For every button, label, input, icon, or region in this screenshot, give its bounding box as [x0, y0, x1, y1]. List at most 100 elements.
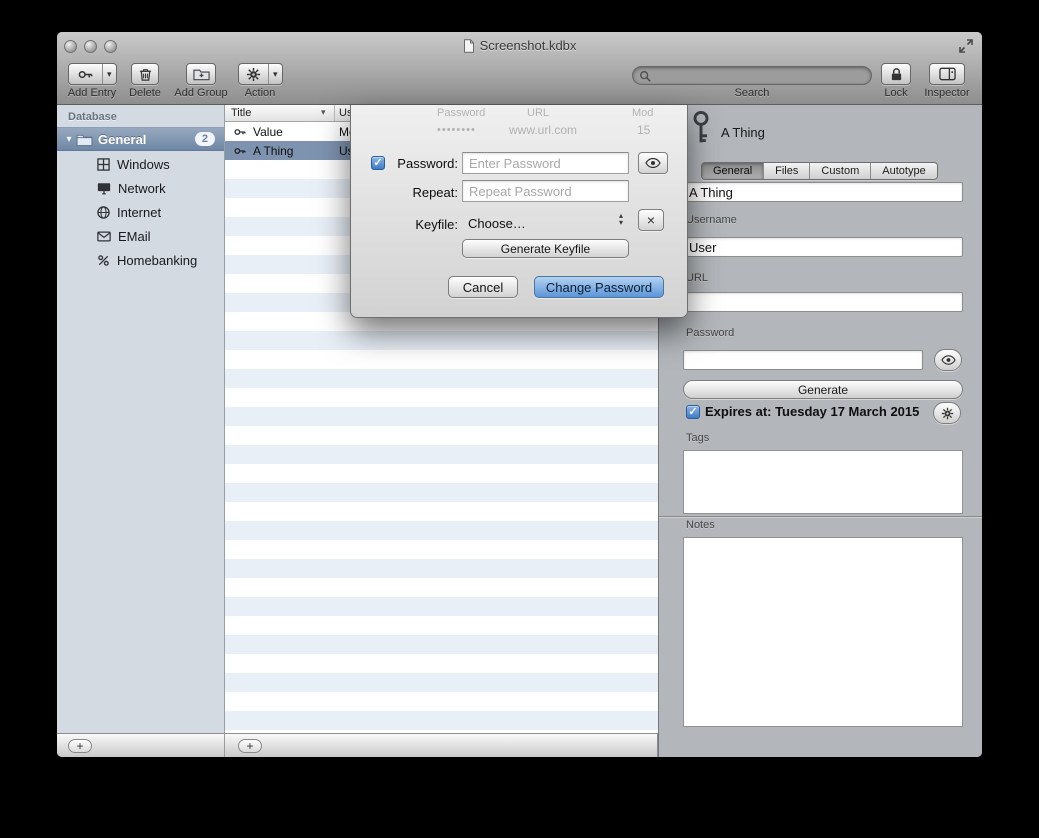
add-group-button[interactable] [186, 63, 216, 85]
tab-autotype[interactable]: Autotype [870, 163, 936, 179]
sidebar-item-windows[interactable]: Windows [57, 152, 224, 176]
eye-icon [941, 355, 956, 365]
search-field[interactable] [632, 66, 872, 85]
fullscreen-icon[interactable] [959, 39, 973, 53]
inspector-entry-title: A Thing [721, 125, 765, 140]
window-title: Screenshot.kdbx [480, 38, 577, 53]
key-icon [69, 64, 102, 84]
action-button[interactable]: ▾ [238, 63, 283, 85]
key-icon [234, 145, 246, 157]
sidebar-item-internet[interactable]: Internet [57, 200, 224, 224]
entry-title: A Thing [253, 144, 293, 158]
change-password-button[interactable]: Change Password [534, 276, 664, 298]
title-field[interactable] [683, 182, 963, 202]
disclosure-triangle-icon[interactable]: ▾ [62, 134, 76, 145]
chevron-down-icon: ▾ [619, 219, 623, 226]
cancel-button[interactable]: Cancel [448, 276, 518, 298]
windows-icon [97, 158, 110, 171]
titlebar: Screenshot.kdbx [57, 38, 982, 53]
entry-title: Value [253, 125, 283, 139]
trash-icon [138, 67, 153, 82]
tags-label: Tags [686, 432, 709, 444]
search-label: Search [712, 87, 792, 99]
tab-files[interactable]: Files [763, 163, 809, 179]
ghost-password-dots: •••••••• [437, 124, 476, 136]
action-label: Action [225, 87, 295, 99]
section-divider [659, 516, 982, 517]
desktop-background: Screenshot.kdbx ▾ Add Entry Delete Add G… [0, 0, 1039, 838]
plus-icon: + [246, 741, 253, 752]
change-password-sheet: Password URL Mod •••••••• www.url.com 15… [350, 105, 688, 318]
search-icon [639, 70, 651, 82]
ghost-column-url: URL [527, 107, 549, 119]
add-entry-plus-button[interactable]: + [238, 739, 262, 753]
notes-input[interactable] [683, 537, 963, 727]
clear-keyfile-button[interactable]: × [638, 209, 664, 231]
sheet-repeat-label: Repeat: [388, 185, 458, 200]
expires-label: Expires at: Tuesday 17 March 2015 [705, 404, 919, 419]
lock-icon [890, 67, 903, 82]
repeat-password-input[interactable] [462, 180, 629, 202]
document-icon [463, 39, 475, 53]
lock-button[interactable] [881, 63, 911, 85]
inspector-tabs: General Files Custom Autotype [701, 162, 938, 180]
sidebar-item-label: Network [118, 181, 166, 196]
generate-keyfile-button[interactable]: Generate Keyfile [462, 239, 629, 258]
url-field[interactable] [683, 292, 963, 312]
reveal-password-button[interactable] [934, 349, 962, 371]
add-entry-button[interactable]: ▾ [68, 63, 117, 85]
popup-stepper-icon[interactable]: ▴ ▾ [619, 212, 623, 226]
sidebar-group-label: General [98, 132, 146, 147]
add-entry-label: Add Entry [59, 87, 125, 99]
tab-custom[interactable]: Custom [809, 163, 870, 179]
ghost-column-password: Password [437, 107, 485, 119]
password-field[interactable] [683, 350, 923, 370]
inspector-button[interactable] [929, 63, 965, 85]
password-checkbox[interactable]: ✓ [371, 156, 385, 170]
percent-icon [97, 254, 110, 267]
inspector-panel: A Thing General Files Custom Autotype Us… [658, 105, 982, 757]
sidebar: Database ▾ General 2 Windows Network [57, 105, 225, 733]
envelope-icon [97, 231, 111, 242]
search-input[interactable] [655, 68, 865, 84]
check-icon: ✓ [373, 157, 382, 169]
inspector-label: Inspector [912, 87, 982, 99]
folder-icon [76, 133, 93, 146]
key-icon [234, 126, 246, 138]
sort-indicator-icon: ▾ [321, 107, 326, 118]
username-label: Username [686, 214, 737, 226]
tags-input[interactable] [683, 450, 963, 514]
app-window: Screenshot.kdbx ▾ Add Entry Delete Add G… [57, 32, 982, 757]
expires-checkbox[interactable]: ✓ [686, 405, 700, 419]
column-divider[interactable] [334, 105, 335, 121]
sidebar-group-general[interactable]: ▾ General 2 [57, 127, 224, 151]
sidebar-item-homebanking[interactable]: Homebanking [57, 248, 224, 272]
sidebar-item-network[interactable]: Network [57, 176, 224, 200]
count-badge: 2 [195, 132, 215, 146]
generate-password-button[interactable]: Generate [683, 380, 963, 399]
sidebar-item-label: Internet [117, 205, 161, 220]
sidebar-item-label: Windows [117, 157, 170, 172]
delete-button[interactable] [131, 63, 159, 85]
add-group-plus-button[interactable]: + [68, 739, 92, 753]
tab-general[interactable]: General [702, 163, 763, 179]
new-password-input[interactable] [462, 152, 629, 174]
ghost-mod-value: 15 [637, 123, 650, 137]
column-header-title[interactable]: Title [231, 107, 251, 119]
keyfile-popup[interactable]: Choose… [468, 216, 526, 231]
show-password-button[interactable] [638, 152, 668, 174]
username-field[interactable] [683, 237, 963, 257]
close-icon: × [647, 212, 655, 228]
sheet-keyfile-label: Keyfile: [388, 217, 458, 232]
sidebar-section-header: Database [68, 111, 117, 123]
monitor-icon [97, 182, 111, 195]
check-icon: ✓ [688, 406, 697, 418]
chevron-down-icon[interactable]: ▾ [102, 64, 116, 84]
expires-options-button[interactable] [933, 402, 961, 424]
gear-icon [941, 407, 954, 420]
sidebar-item-email[interactable]: EMail [57, 224, 224, 248]
chevron-down-icon[interactable]: ▾ [268, 64, 282, 84]
gear-icon [239, 64, 268, 84]
ghost-url-value: www.url.com [509, 123, 577, 137]
list-bottom-bar: + [225, 733, 658, 757]
